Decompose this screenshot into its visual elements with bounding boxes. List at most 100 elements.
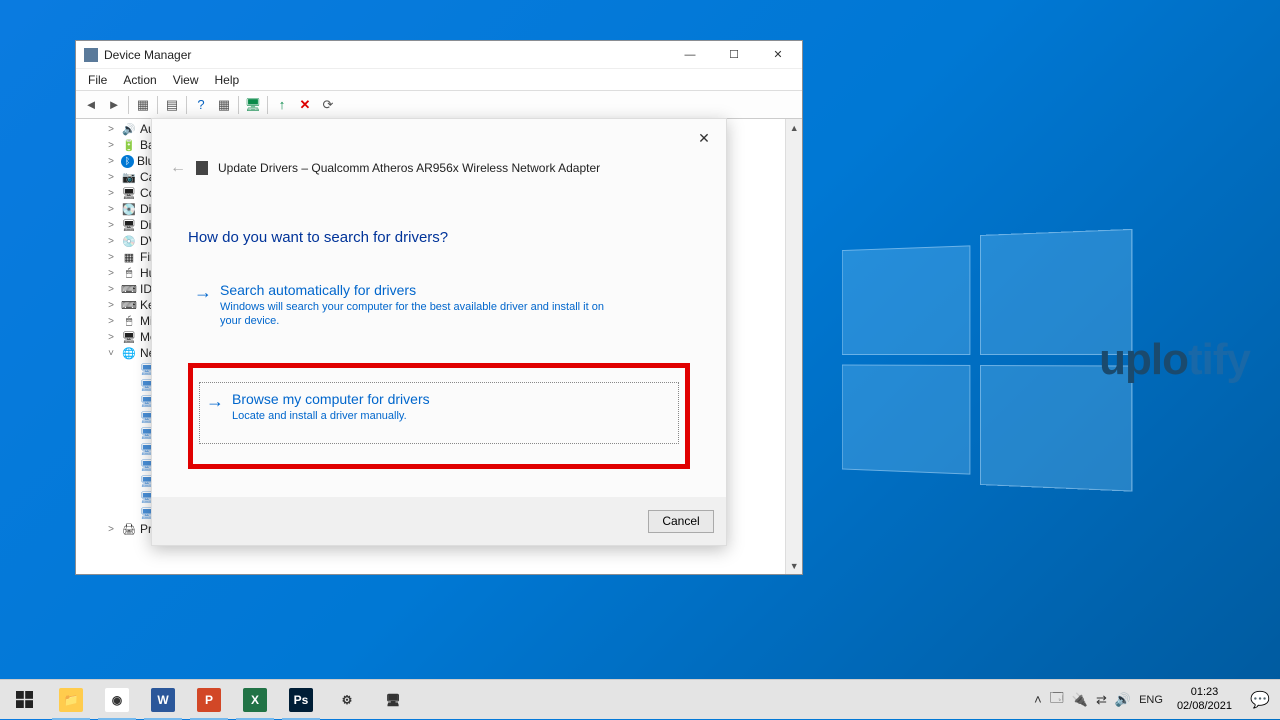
taskbar-app-photoshop[interactable]: Ps [278, 680, 324, 720]
close-button[interactable]: ✕ [756, 42, 800, 68]
settings-icon: ⚙ [335, 688, 359, 712]
menu-action[interactable]: Action [115, 71, 164, 89]
device-category-icon: ᛒ [121, 155, 134, 168]
arrow-right-icon: → [194, 282, 212, 329]
update-drivers-dialog: ✕ ← Update Drivers – Qualcomm Atheros AR… [151, 118, 727, 546]
update-driver-icon[interactable]: 🖥 [242, 94, 264, 116]
device-category-icon: 🖥 [121, 218, 137, 232]
taskbar: 📁 ◉ WPX Ps ⚙ 🖥 ˄ 🗔 🔌 ⇄ 🔊 ENG 01:23 02/08/2021… [0, 679, 1280, 719]
expand-arrow-icon[interactable]: > [104, 220, 118, 231]
expand-arrow-icon[interactable]: > [104, 172, 118, 183]
device-category-icon: 🔊 [121, 122, 137, 136]
dialog-close-button[interactable]: ✕ [686, 124, 722, 152]
tray-chevron-icon[interactable]: ˄ [1034, 692, 1042, 707]
taskbar-app-word[interactable]: W [140, 680, 186, 720]
taskbar-app-devmgr[interactable]: 🖥 [370, 680, 416, 720]
start-button[interactable] [0, 680, 48, 720]
watermark: uplotify [1099, 335, 1250, 385]
menu-help[interactable]: Help [207, 71, 248, 89]
expand-arrow-icon[interactable]: > [104, 140, 118, 151]
taskbar-clock[interactable]: 01:23 02/08/2021 [1169, 686, 1240, 712]
tray-language[interactable]: ENG [1139, 694, 1163, 706]
device-category-icon: 🖨 [121, 522, 137, 536]
expand-arrow-icon[interactable]: > [104, 316, 118, 327]
system-tray[interactable]: ˄ 🗔 🔌 ⇄ 🔊 ENG [1028, 689, 1169, 711]
expand-arrow-icon[interactable]: > [104, 204, 118, 215]
action-center-button[interactable]: 💬 [1240, 680, 1280, 720]
explorer-icon: 📁 [59, 688, 83, 712]
tray-network-icon[interactable]: ⇄ [1096, 692, 1107, 708]
device-category-icon: 🔋 [121, 138, 137, 152]
back-arrow-icon[interactable]: ← [170, 159, 186, 177]
option-search-automatically[interactable]: → Search automatically for drivers Windo… [188, 276, 690, 339]
nav-back-icon[interactable]: ◄ [80, 94, 102, 116]
minimize-button[interactable]: — [668, 42, 712, 68]
tray-battery-icon[interactable]: 🗔 [1050, 689, 1064, 711]
expand-arrow-icon[interactable]: > [104, 332, 118, 343]
devmgr-icon: 🖥 [381, 688, 405, 712]
dialog-title: Update Drivers – Qualcomm Atheros AR956x… [218, 161, 600, 175]
enable-device-icon[interactable]: ↑ [271, 94, 293, 116]
expand-arrow-icon[interactable]: > [104, 188, 118, 199]
expand-arrow-icon[interactable]: ˅ [104, 348, 118, 359]
expand-arrow-icon[interactable]: > [104, 124, 118, 135]
excel-icon: X [243, 688, 267, 712]
device-category-icon: 🖥 [121, 330, 137, 344]
option-title: Search automatically for drivers [220, 282, 620, 298]
option-desc: Locate and install a driver manually. [232, 409, 430, 423]
device-category-icon: 🌐 [121, 346, 137, 360]
powerpoint-icon: P [197, 688, 221, 712]
help-icon[interactable]: ? [190, 94, 212, 116]
tray-power-icon[interactable]: 🔌 [1072, 692, 1088, 708]
cancel-button[interactable]: Cancel [648, 510, 714, 533]
device-category-icon: ⌨ [121, 298, 137, 312]
expand-arrow-icon[interactable]: > [104, 524, 118, 535]
taskbar-app-powerpoint[interactable]: P [186, 680, 232, 720]
scan-hardware-icon[interactable]: ⟳ [317, 94, 339, 116]
taskbar-app-excel[interactable]: X [232, 680, 278, 720]
maximize-button[interactable]: ☐ [712, 42, 756, 68]
properties-icon[interactable]: ▤ [161, 94, 183, 116]
show-hide-tree-icon[interactable]: ▦ [132, 94, 154, 116]
arrow-right-icon: → [206, 391, 224, 423]
tray-volume-icon[interactable]: 🔊 [1115, 692, 1131, 708]
device-category-icon: 💽 [121, 202, 137, 216]
toolbar: ◄ ► ▦ ▤ ? ▦ 🖥 ↑ ✕ ⟳ [76, 91, 802, 119]
menu-bar: File Action View Help [76, 69, 802, 91]
menu-file[interactable]: File [80, 71, 115, 89]
windows-logo-icon [16, 691, 33, 708]
taskbar-app-settings[interactable]: ⚙ [324, 680, 370, 720]
scan-icon[interactable]: ▦ [213, 94, 235, 116]
expand-arrow-icon[interactable]: > [104, 236, 118, 247]
device-category-icon: 🖥 [121, 186, 137, 200]
device-category-icon: 📷 [121, 170, 137, 184]
clock-time: 01:23 [1177, 686, 1232, 699]
scrollbar[interactable]: ▲ ▼ [785, 119, 802, 574]
device-icon [196, 161, 208, 175]
device-category-icon: 🖱 [121, 314, 137, 328]
desktop-windows-logo [842, 229, 1132, 481]
menu-view[interactable]: View [165, 71, 207, 89]
expand-arrow-icon[interactable]: > [104, 300, 118, 311]
taskbar-app-explorer[interactable]: 📁 [48, 680, 94, 720]
window-title: Device Manager [104, 48, 191, 62]
titlebar[interactable]: Device Manager — ☐ ✕ [76, 41, 802, 69]
clock-date: 02/08/2021 [1177, 700, 1232, 713]
option-browse-computer[interactable]: → Browse my computer for drivers Locate … [188, 363, 690, 469]
expand-arrow-icon[interactable]: > [104, 284, 118, 295]
expand-arrow-icon[interactable]: > [104, 156, 118, 167]
chrome-icon: ◉ [105, 688, 129, 712]
nav-fwd-icon[interactable]: ► [103, 94, 125, 116]
taskbar-app-chrome[interactable]: ◉ [94, 680, 140, 720]
option-title: Browse my computer for drivers [232, 391, 430, 407]
scroll-up-icon[interactable]: ▲ [786, 119, 802, 136]
app-icon [84, 48, 98, 62]
device-category-icon: 🖱 [121, 266, 137, 280]
dialog-breadcrumb: ← Update Drivers – Qualcomm Atheros AR95… [170, 159, 600, 177]
uninstall-device-icon[interactable]: ✕ [294, 94, 316, 116]
expand-arrow-icon[interactable]: > [104, 252, 118, 263]
scroll-down-icon[interactable]: ▼ [786, 557, 802, 574]
expand-arrow-icon[interactable]: > [104, 268, 118, 279]
notification-icon: 💬 [1250, 690, 1270, 710]
device-category-icon: ⌨ [121, 282, 137, 296]
